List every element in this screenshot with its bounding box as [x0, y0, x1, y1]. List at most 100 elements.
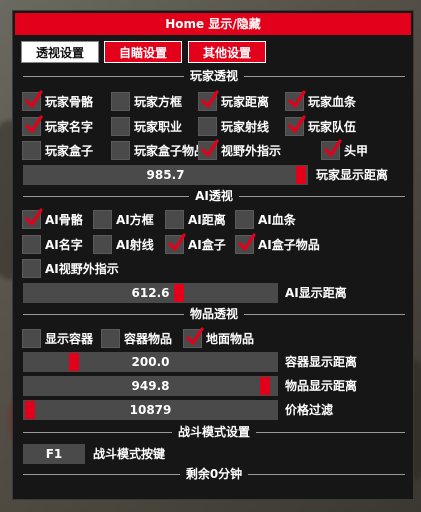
window-title[interactable]: Home 显示/隐藏 [15, 13, 411, 35]
player-checkbox-6[interactable] [198, 116, 217, 136]
ai-distance-slider[interactable]: 612.6 [23, 283, 278, 303]
ai-checkbox-8[interactable] [22, 258, 41, 278]
item-option-0[interactable]: 显示容器 [22, 328, 93, 348]
player-option-label-1: 玩家方框 [134, 94, 183, 109]
player-option-9[interactable]: 玩家盒子物品 [111, 140, 206, 160]
ai-checkbox-6[interactable] [165, 232, 186, 254]
item-checkbox-2[interactable] [183, 326, 204, 348]
player-checkbox-7[interactable] [285, 114, 306, 136]
player-option-label-10: 视野外指示 [221, 143, 282, 158]
player-option-6[interactable]: 玩家射线 [198, 116, 269, 136]
item-option-label-1: 容器物品 [124, 331, 173, 346]
item-distance-slider[interactable]: 949.8 [23, 376, 278, 396]
player-option-4[interactable]: 玩家名字 [22, 114, 93, 136]
ai-option-8[interactable]: AI视野外指示 [22, 258, 119, 278]
ai-option-6[interactable]: AI盒子 [165, 232, 226, 254]
player-option-label-6: 玩家射线 [221, 119, 270, 134]
ai-section-header: AI透视 [23, 189, 405, 203]
player-option-label-0: 玩家骨骼 [45, 94, 94, 109]
item-option-1[interactable]: 容器物品 [101, 328, 172, 348]
tab-other-settings[interactable]: 其他设置 [188, 41, 266, 63]
ai-checkbox-2[interactable] [165, 209, 184, 229]
player-checkbox-9[interactable] [111, 140, 130, 160]
ai-distance-knob[interactable] [174, 284, 185, 302]
combat-mode-key-label: 战斗模式按键 [93, 447, 166, 461]
ai-option-4[interactable]: AI名字 [22, 234, 83, 254]
ai-option-0[interactable]: AI骨骼 [22, 207, 83, 229]
combat-mode-key[interactable]: F1 [23, 444, 85, 464]
player-distance-knob[interactable] [296, 166, 306, 184]
tab-visual-settings[interactable]: 透视设置 [21, 41, 99, 63]
ai-option-label-7: AI盒子物品 [258, 237, 320, 252]
player-checkbox-11[interactable] [321, 138, 342, 160]
item-section-title: 物品透视 [183, 307, 244, 321]
player-distance-label: 玩家显示距离 [316, 168, 389, 182]
ai-checkbox-5[interactable] [93, 234, 112, 254]
ai-option-3[interactable]: AI血条 [235, 209, 296, 229]
player-checkbox-2[interactable] [198, 89, 219, 111]
player-option-label-5: 玩家职业 [134, 119, 183, 134]
player-option-3[interactable]: 玩家血条 [285, 89, 356, 111]
ai-option-2[interactable]: AI距离 [165, 209, 226, 229]
player-option-label-8: 玩家盒子 [45, 143, 94, 158]
player-option-1[interactable]: 玩家方框 [111, 91, 182, 111]
player-option-label-9: 玩家盒子物品 [134, 143, 207, 158]
player-checkbox-4[interactable] [22, 114, 43, 136]
combat-section-title: 战斗模式设置 [171, 425, 256, 439]
ai-distance-label: AI显示距离 [285, 286, 347, 300]
tab-aim-settings[interactable]: 自瞄设置 [104, 41, 182, 63]
ai-checkbox-1[interactable] [93, 209, 112, 229]
ai-option-5[interactable]: AI射线 [93, 234, 154, 254]
checkmark-icon [168, 232, 186, 251]
player-checkbox-3[interactable] [285, 89, 306, 111]
item-checkbox-0[interactable] [22, 328, 41, 348]
ai-checkbox-0[interactable] [22, 207, 43, 229]
checkmark-icon [25, 89, 43, 108]
player-option-5[interactable]: 玩家职业 [111, 116, 182, 136]
ai-section-title: AI透视 [189, 189, 239, 203]
ai-option-label-3: AI血条 [258, 212, 296, 227]
player-option-11[interactable]: 头甲 [321, 138, 369, 160]
container-distance-knob[interactable] [69, 353, 79, 371]
ai-option-label-2: AI距离 [188, 212, 226, 227]
settings-panel: Home 显示/隐藏 透视设置 自瞄设置 其他设置 玩家透视 玩家骨骼 玩家方框玩… [12, 10, 414, 500]
checkmark-icon [25, 207, 43, 226]
item-section-header: 物品透视 [23, 307, 405, 321]
ai-option-label-8: AI视野外指示 [45, 261, 119, 276]
player-distance-slider[interactable]: 985.7 [23, 165, 308, 185]
item-option-label-2: 地面物品 [206, 331, 255, 346]
price-filter-knob[interactable] [25, 401, 35, 419]
checkmark-icon [288, 114, 306, 133]
container-distance-value: 200.0 [131, 355, 170, 369]
ai-option-7[interactable]: AI盒子物品 [235, 232, 320, 254]
player-option-0[interactable]: 玩家骨骼 [22, 89, 94, 111]
player-checkbox-8[interactable] [22, 140, 41, 160]
ai-option-label-4: AI名字 [45, 237, 83, 252]
player-checkbox-0[interactable] [22, 89, 43, 111]
player-option-2[interactable]: 玩家距离 [198, 89, 269, 111]
player-checkbox-10[interactable] [198, 138, 219, 160]
player-distance-value: 985.7 [146, 168, 185, 182]
item-checkbox-1[interactable] [101, 328, 120, 348]
remaining-time: 剩余0分钟 [179, 467, 249, 481]
checkmark-icon [201, 138, 219, 157]
ai-option-1[interactable]: AI方框 [93, 209, 154, 229]
container-distance-slider[interactable]: 200.0 [23, 352, 278, 372]
ai-checkbox-4[interactable] [22, 234, 41, 254]
ai-checkbox-3[interactable] [235, 209, 254, 229]
price-filter-slider[interactable]: 10879 [23, 400, 278, 420]
price-filter-value: 10879 [129, 403, 172, 417]
ai-option-label-0: AI骨骼 [45, 212, 83, 227]
ai-checkbox-7[interactable] [235, 232, 256, 254]
checkmark-icon [324, 138, 342, 157]
player-section-header: 玩家透视 [23, 69, 405, 83]
item-distance-knob[interactable] [260, 377, 271, 395]
player-option-10[interactable]: 视野外指示 [198, 138, 282, 160]
player-checkbox-1[interactable] [111, 91, 130, 111]
player-checkbox-5[interactable] [111, 116, 130, 136]
checkmark-icon [25, 114, 43, 133]
player-option-7[interactable]: 玩家队伍 [285, 114, 356, 136]
item-option-2[interactable]: 地面物品 [183, 326, 255, 348]
player-option-8[interactable]: 玩家盒子 [22, 140, 93, 160]
player-option-label-11: 头甲 [344, 143, 369, 158]
